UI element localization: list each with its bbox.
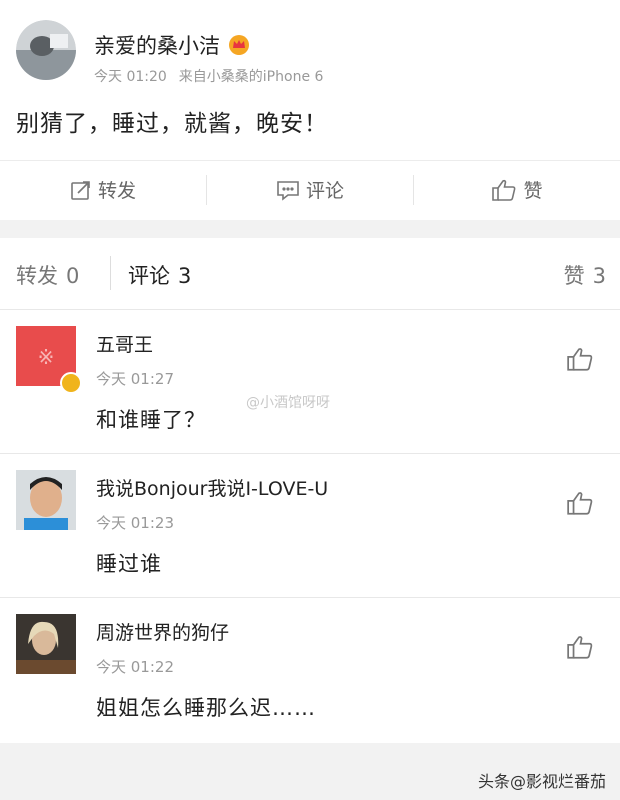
post-action-bar: 转发 评论 赞 (0, 160, 620, 218)
crown-icon (229, 35, 249, 55)
like-button[interactable]: 赞 (414, 161, 620, 218)
thumbs-up-icon[interactable] (566, 634, 594, 660)
post-source: 来自小桑桑的iPhone 6 (178, 69, 324, 85)
comment-text: 和谁睡了？ (96, 408, 206, 432)
commenter-name[interactable]: 我说Bonjour我说I-LOVE-U (96, 474, 328, 501)
footer-watermark: 头条@影视烂番茄 (477, 772, 606, 791)
author-name-text[interactable]: 亲爱的桑小洁 (94, 30, 220, 60)
commenter-avatar[interactable] (16, 614, 76, 674)
thumbs-up-icon[interactable] (566, 346, 594, 372)
post-header: 亲爱的桑小洁 今天 01:20 来自小桑桑的iPhone 6 (16, 20, 323, 86)
svg-text:※: ※ (38, 345, 55, 369)
tab-forwards-label: 转发 (16, 264, 58, 288)
comment-time: 今天 01:23 (96, 514, 174, 532)
comment-item[interactable]: 我说Bonjour我说I-LOVE-U 今天 01:23 睡过谁 (0, 454, 620, 598)
comment-icon (277, 180, 299, 201)
comment-time: 今天 01:27 (96, 370, 174, 388)
comment-label: 评论 (305, 180, 344, 202)
tab-likes[interactable]: 赞3 (564, 260, 606, 290)
tab-forwards[interactable]: 转发 0 (16, 260, 79, 290)
forward-label: 转发 (97, 180, 136, 202)
comment-item[interactable]: ※ 五哥王 今天 01:27 和谁睡了？ (0, 310, 620, 454)
post-text: 别猜了，睡过，就酱，晚安！ (16, 111, 328, 137)
tab-bar: 转发 0 评论 3 赞3 (0, 238, 620, 310)
tab-divider (110, 256, 111, 290)
forward-button[interactable]: 转发 (0, 161, 206, 218)
author-avatar[interactable] (16, 20, 76, 80)
post-meta-line: 今天 01:20 来自小桑桑的iPhone 6 (94, 66, 323, 86)
thumbs-up-icon[interactable] (566, 490, 594, 516)
thumbs-up-icon (492, 179, 516, 201)
comment-item[interactable]: 周游世界的狗仔 今天 01:22 姐姐怎么睡那么迟…… (0, 598, 620, 742)
tab-comments-count: 3 (178, 264, 192, 288)
tab-comments[interactable]: 评论 3 (128, 260, 191, 290)
post-card: 亲爱的桑小洁 今天 01:20 来自小桑桑的iPhone 6 别猜了，睡过，就酱，… (0, 0, 620, 220)
comment-text: 睡过谁 (96, 552, 162, 576)
watermark-text: @小酒馆呀呀 (246, 395, 330, 411)
commenter-avatar[interactable] (16, 470, 76, 530)
comment-text: 姐姐怎么睡那么迟…… (96, 696, 316, 720)
tab-comments-label: 评论 (128, 264, 170, 288)
tab-likes-count: 3 (592, 264, 606, 288)
tab-likes-label: 赞 (563, 264, 585, 288)
like-label: 赞 (523, 180, 543, 202)
comment-button[interactable]: 评论 (207, 161, 413, 218)
comment-time: 今天 01:22 (96, 658, 174, 676)
commenter-name[interactable]: 五哥王 (96, 330, 153, 357)
commenter-name[interactable]: 周游世界的狗仔 (96, 618, 229, 645)
author-name[interactable]: 亲爱的桑小洁 (94, 30, 323, 60)
post-time: 今天 01:20 (94, 69, 167, 85)
forward-icon (71, 180, 90, 200)
tab-forwards-count: 0 (66, 264, 80, 288)
verified-badge-icon (60, 372, 82, 394)
comments-section: 转发 0 评论 3 赞3 ※ 五哥王 今天 01:27 和谁睡了？ 我说Bonj… (0, 238, 620, 743)
